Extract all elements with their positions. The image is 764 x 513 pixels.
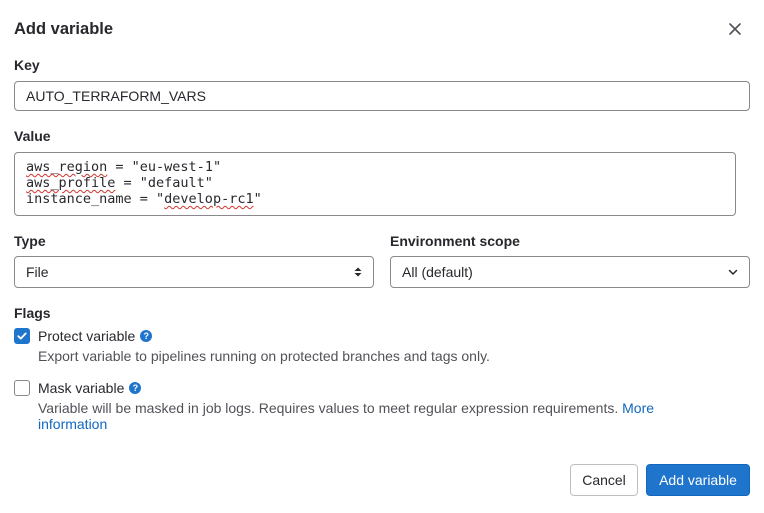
type-select-value: File bbox=[26, 264, 49, 280]
type-label: Type bbox=[14, 233, 46, 249]
protect-variable-help: Export variable to pipelines running on … bbox=[38, 348, 490, 364]
mask-variable-label[interactable]: Mask variable ? bbox=[38, 379, 142, 397]
mask-variable-checkbox[interactable] bbox=[14, 380, 30, 396]
value-line: instance_name = "develop-rc1" bbox=[26, 191, 262, 207]
flags-label: Flags bbox=[14, 305, 51, 321]
mask-variable-help-line2: information bbox=[38, 416, 107, 432]
close-icon[interactable] bbox=[726, 20, 744, 38]
value-textarea[interactable]: aws_region = "eu-west-1" aws_profile = "… bbox=[14, 152, 736, 216]
question-icon[interactable]: ? bbox=[140, 330, 153, 342]
key-input-value: AUTO_TERRAFORM_VARS bbox=[26, 88, 206, 104]
key-input[interactable]: AUTO_TERRAFORM_VARS bbox=[14, 81, 750, 111]
modal-title: Add variable bbox=[14, 20, 114, 38]
modal-header: Add variable bbox=[14, 18, 750, 40]
add-variable-modal: Add variable Key AUTO_TERRAFORM_VARS Val… bbox=[0, 0, 764, 513]
type-select[interactable]: File bbox=[14, 256, 374, 288]
key-label: Key bbox=[14, 57, 40, 73]
environment-scope-label: Environment scope bbox=[390, 233, 520, 249]
mask-variable-help: Variable will be masked in job logs. Req… bbox=[38, 400, 655, 416]
value-line: aws_region = "eu-west-1" bbox=[26, 159, 222, 175]
environment-scope-dropdown[interactable]: All (default) bbox=[390, 256, 750, 288]
sort-arrows-icon bbox=[353, 257, 363, 287]
protect-variable-label[interactable]: Protect variable ? bbox=[38, 327, 153, 345]
question-icon[interactable]: ? bbox=[129, 382, 142, 394]
cancel-button[interactable]: Cancel bbox=[570, 464, 638, 496]
protect-variable-checkbox[interactable] bbox=[14, 328, 30, 344]
check-icon bbox=[17, 332, 27, 340]
more-information-link[interactable]: More bbox=[622, 400, 654, 416]
value-line: aws_profile = "default" bbox=[26, 175, 213, 191]
value-label: Value bbox=[14, 128, 51, 144]
environment-scope-value: All (default) bbox=[402, 264, 473, 280]
chevron-down-icon bbox=[727, 257, 739, 287]
more-information-link[interactable]: information bbox=[38, 416, 107, 432]
add-variable-button[interactable]: Add variable bbox=[646, 464, 750, 496]
